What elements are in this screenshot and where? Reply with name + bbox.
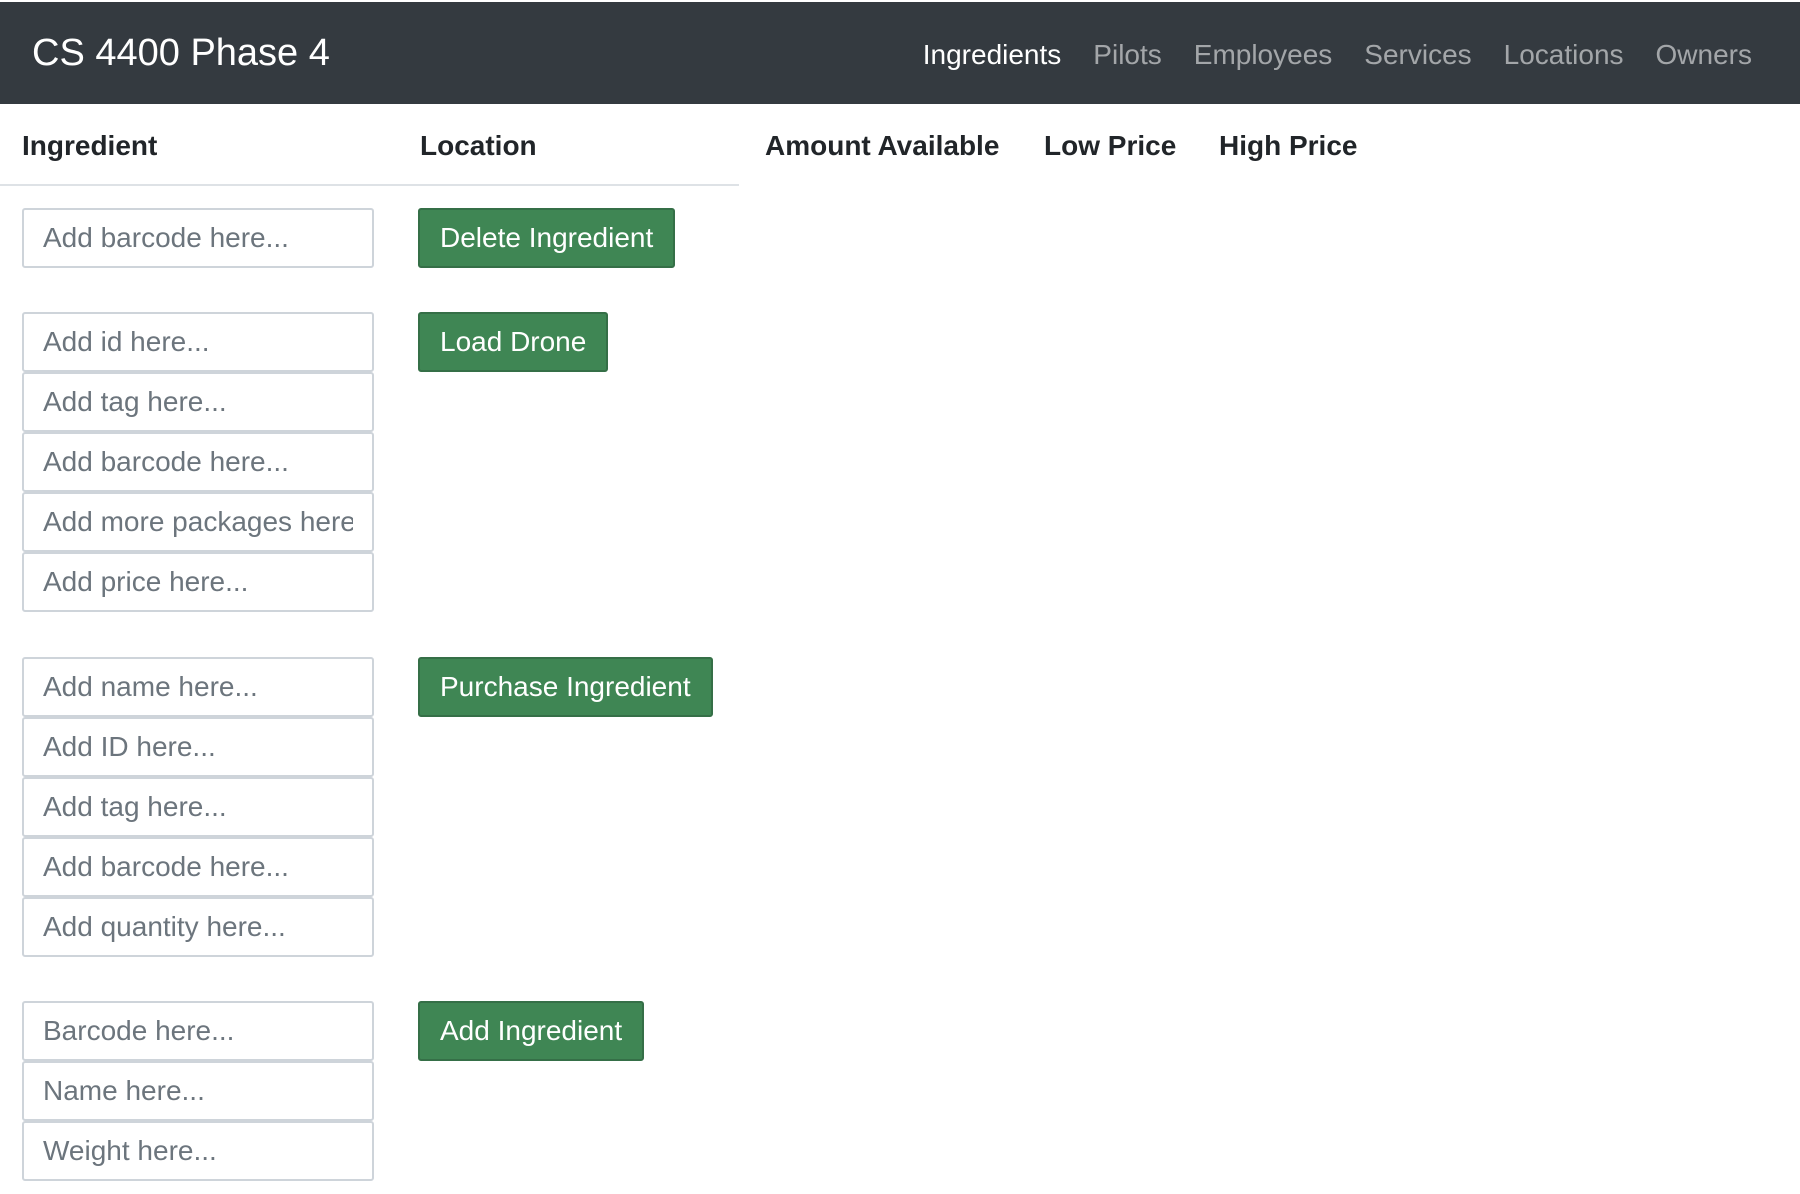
column-header-amount-available: Amount Available <box>765 130 1000 161</box>
nav-link-employees[interactable]: Employees <box>1194 37 1333 73</box>
nav-link-ingredients[interactable]: Ingredients <box>923 37 1062 73</box>
delete-barcode-input[interactable] <box>22 208 374 268</box>
purchase-id-input[interactable] <box>22 717 374 777</box>
load-packages-input[interactable] <box>22 492 374 552</box>
purchase-name-input[interactable] <box>22 657 374 717</box>
nav-link-owners[interactable]: Owners <box>1656 37 1752 73</box>
nav-link-services[interactable]: Services <box>1364 37 1471 73</box>
column-header-ingredient: Ingredient <box>22 130 158 161</box>
purchase-quantity-input[interactable] <box>22 897 374 957</box>
load-drone-button[interactable]: Load Drone <box>418 312 609 372</box>
navbar-brand[interactable]: CS 4400 Phase 4 <box>32 29 330 77</box>
column-header-location: Location <box>420 130 537 161</box>
purchase-barcode-input[interactable] <box>22 837 374 897</box>
nav-link-pilots[interactable]: Pilots <box>1093 37 1161 73</box>
add-ingredient-button[interactable]: Add Ingredient <box>418 1001 645 1061</box>
delete-ingredient-button[interactable]: Delete Ingredient <box>418 208 676 268</box>
add-weight-input[interactable] <box>22 1121 374 1181</box>
column-header-high-price: High Price <box>1219 130 1358 161</box>
load-tag-input[interactable] <box>22 372 374 432</box>
purchase-tag-input[interactable] <box>22 777 374 837</box>
add-name-input[interactable] <box>22 1061 374 1121</box>
navbar: CS 4400 Phase 4 Ingredients Pilots Emplo… <box>0 2 1800 104</box>
load-id-input[interactable] <box>22 312 374 372</box>
add-barcode-input[interactable] <box>22 1001 374 1061</box>
column-header-low-price: Low Price <box>1044 130 1177 161</box>
purchase-ingredient-button[interactable]: Purchase Ingredient <box>418 657 713 717</box>
nav-link-locations[interactable]: Locations <box>1504 37 1624 73</box>
load-barcode-input[interactable] <box>22 432 374 492</box>
load-price-input[interactable] <box>22 552 374 612</box>
table-header-divider <box>0 184 739 186</box>
nav-links: Ingredients Pilots Employees Services Lo… <box>923 37 1752 73</box>
